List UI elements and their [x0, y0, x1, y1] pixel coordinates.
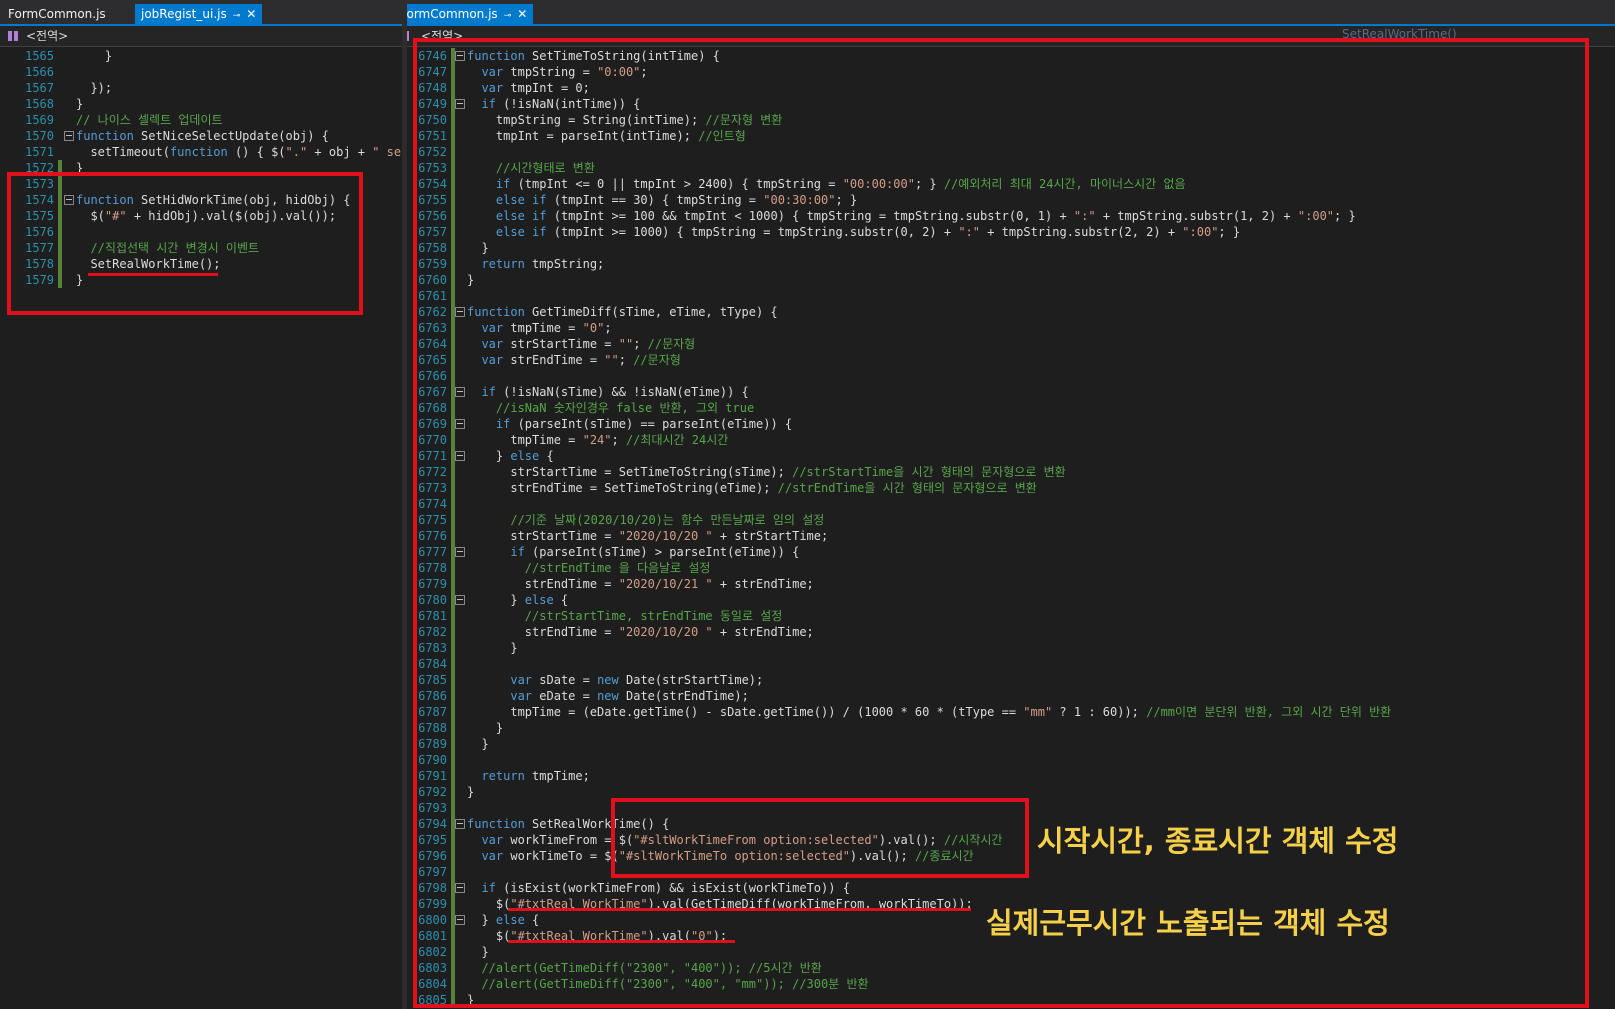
annotation-bottom: 실제근무시간 노출되는 객체 수정: [986, 906, 1390, 940]
scope-icon: [407, 31, 409, 41]
left-scope-bar[interactable]: <전역>: [0, 26, 402, 47]
code-token: });: [76, 81, 113, 95]
left-editor-pane: FormCommon.js jobRegist_ui.js ⊸ ✕ <전역> 156…: [0, 0, 402, 1009]
code-token: + obj +: [307, 145, 373, 159]
highlight-box-selectors: [611, 798, 1029, 878]
keyword-token: function: [76, 129, 134, 143]
pin-icon[interactable]: ⊸: [233, 11, 241, 21]
code-token: SetNiceSelectUpdate(obj) {: [133, 129, 329, 143]
code-line[interactable]: 1565 }: [0, 48, 402, 64]
underline-txtreal-1: [508, 908, 971, 911]
scope-icon: [8, 31, 18, 41]
line-code: }: [76, 48, 112, 64]
line-number: 1568: [25, 97, 54, 111]
tab-formcommon-left[interactable]: FormCommon.js: [2, 4, 112, 24]
tab-label: FormCommon.js: [407, 7, 498, 21]
string-token: ".": [285, 145, 308, 159]
code-line[interactable]: 1569 // 나이스 셀렉트 업데이트: [0, 112, 402, 128]
code-line[interactable]: 1566: [0, 64, 402, 80]
line-number: 1569: [25, 113, 54, 127]
line-code: function SetNiceSelectUpdate(obj) {: [76, 128, 329, 144]
line-code: });: [76, 80, 112, 96]
line-number: 1567: [25, 81, 54, 95]
collapse-icon[interactable]: [64, 131, 74, 141]
pin-icon[interactable]: ⊸: [504, 11, 512, 21]
keyword-token: function: [169, 145, 228, 159]
line-code: }: [76, 96, 83, 112]
underline-txtreal-2: [508, 940, 735, 943]
close-icon[interactable]: ✕: [246, 7, 256, 21]
line-number: 1565: [25, 49, 54, 63]
code-line[interactable]: 1570 function SetNiceSelectUpdate(obj) {: [0, 128, 402, 144]
tab-label: FormCommon.js: [8, 7, 106, 21]
line-number: 1570: [25, 129, 54, 143]
annotation-top: 시작시간, 종료시간 객체 수정: [1037, 824, 1399, 858]
scope-dropdown[interactable]: <전역>: [26, 27, 68, 44]
line-number: 1571: [25, 145, 54, 159]
string-token: " sel: [372, 145, 402, 159]
comment-token: // 나이스 셀렉트 업데이트: [76, 113, 223, 127]
left-tab-bar: FormCommon.js jobRegist_ui.js ⊸ ✕: [0, 0, 402, 26]
code-line[interactable]: 1571 setTimeout(function () { $("." + ob…: [0, 144, 402, 160]
tab-jobregist-ui[interactable]: jobRegist_ui.js ⊸ ✕: [135, 4, 263, 24]
line-code: // 나이스 셀렉트 업데이트: [76, 112, 223, 128]
code-line[interactable]: 1567 });: [0, 80, 402, 96]
line-code: setTimeout(function () { $("." + obj + "…: [76, 144, 402, 160]
code-line[interactable]: 1568}: [0, 96, 402, 112]
line-number: 1566: [25, 65, 54, 79]
tab-label: jobRegist_ui.js: [141, 7, 227, 21]
code-token: setTimeout(: [76, 145, 170, 159]
code-token: }: [76, 49, 113, 63]
code-token: () { $(: [227, 145, 286, 159]
right-tab-bar: FormCommon.js ⊸ ✕: [407, 0, 1615, 26]
highlight-box-left: [7, 172, 363, 315]
code-token: }: [76, 97, 84, 111]
tab-formcommon-right[interactable]: FormCommon.js ⊸ ✕: [407, 4, 534, 24]
underline-setrealworktime: [88, 273, 218, 276]
close-icon[interactable]: ✕: [517, 7, 527, 21]
